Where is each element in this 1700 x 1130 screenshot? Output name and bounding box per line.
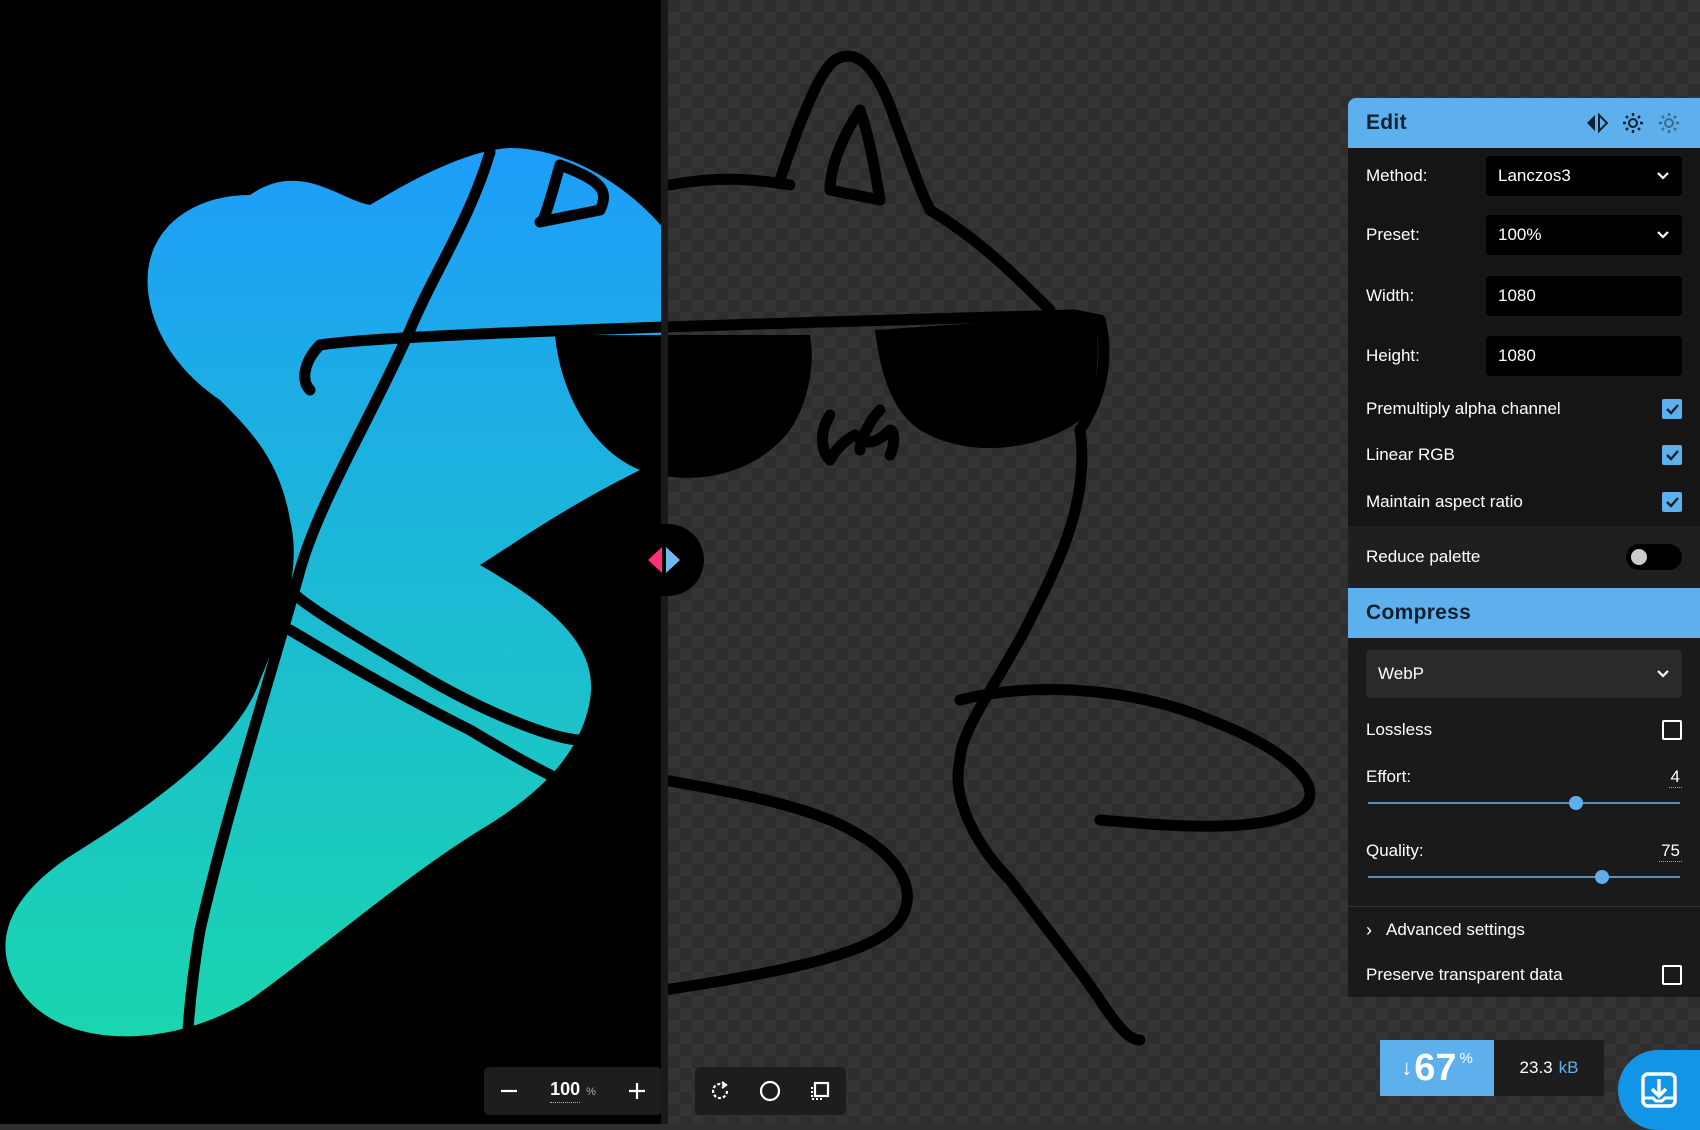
reduce-palette-toggle[interactable]	[1626, 544, 1682, 570]
preset-select[interactable]: 100%	[1486, 215, 1682, 255]
circle-icon	[759, 1080, 781, 1102]
colored-blob	[5, 148, 664, 1037]
slide-left-arrow-icon	[648, 547, 662, 573]
preset-value: 100%	[1498, 225, 1542, 244]
rotate-icon	[711, 1081, 729, 1100]
effort-label: Effort:	[1366, 767, 1412, 786]
effort-control: Effort: 4	[1348, 762, 1700, 814]
size-value: 23.3	[1519, 1058, 1553, 1077]
height-row: Height: 1080	[1348, 326, 1700, 386]
quality-control: Quality: 75	[1348, 836, 1700, 888]
width-label: Width:	[1366, 286, 1415, 305]
toggle-knob	[1631, 549, 1647, 565]
quality-slider[interactable]	[1368, 866, 1680, 888]
height-input[interactable]: 1080	[1486, 336, 1682, 376]
zoom-level[interactable]: 100 %	[534, 1079, 612, 1103]
quality-slider-thumb[interactable]	[1595, 870, 1609, 884]
effort-value[interactable]: 4	[1668, 767, 1682, 788]
premultiply-label: Premultiply alpha channel	[1366, 399, 1561, 418]
preserve-transparent-label: Preserve transparent data	[1366, 965, 1563, 984]
export-settings-button[interactable]	[1656, 110, 1682, 136]
savings-value: 67	[1414, 1046, 1457, 1089]
size-unit: kB	[1558, 1058, 1579, 1077]
compress-title: Compress	[1366, 601, 1472, 624]
format-select[interactable]: WebP	[1366, 650, 1682, 698]
aspect-ratio-label: Maintain aspect ratio	[1366, 492, 1523, 511]
preserve-transparent-checkbox[interactable]	[1662, 965, 1682, 985]
compare-arrows-icon	[1587, 112, 1609, 134]
settings-import-icon	[1623, 113, 1643, 133]
download-icon	[1641, 1072, 1677, 1108]
chevron-down-icon	[1657, 231, 1669, 239]
effort-slider-thumb[interactable]	[1569, 796, 1583, 810]
rotate-button[interactable]	[695, 1067, 745, 1115]
premultiply-row[interactable]: Premultiply alpha channel	[1348, 386, 1700, 432]
savings-unit: %	[1459, 1050, 1473, 1067]
reduce-palette-row[interactable]: Reduce palette	[1348, 526, 1700, 588]
effort-slider[interactable]	[1368, 792, 1680, 814]
linear-rgb-checkbox[interactable]	[1662, 445, 1682, 465]
lossless-row[interactable]: Lossless	[1348, 698, 1700, 762]
format-value: WebP	[1378, 664, 1424, 683]
aspect-ratio-row[interactable]: Maintain aspect ratio	[1348, 478, 1700, 526]
width-row: Width: 1080	[1348, 266, 1700, 326]
check-icon	[1666, 404, 1679, 415]
advanced-settings-toggle[interactable]: › Advanced settings	[1348, 907, 1700, 953]
zoom-unit: %	[586, 1086, 596, 1098]
background-toggle-button[interactable]	[745, 1067, 795, 1115]
copy-settings-button[interactable]	[1584, 110, 1610, 136]
options-panel: Edit Method: Lanczos3 Preset: 100% Width…	[1348, 98, 1700, 997]
height-label: Height:	[1366, 346, 1420, 365]
method-label: Method:	[1366, 166, 1428, 185]
edit-section-header: Edit	[1348, 98, 1700, 148]
slide-right-arrow-icon	[666, 547, 680, 573]
reduce-palette-label: Reduce palette	[1366, 547, 1481, 566]
compress-section-header: Compress	[1348, 588, 1700, 638]
zoom-in-button[interactable]	[612, 1067, 662, 1115]
width-input[interactable]: 1080	[1486, 276, 1682, 316]
savings-badge: ↓ 67 %	[1380, 1040, 1510, 1096]
quality-label: Quality:	[1366, 841, 1424, 860]
method-select[interactable]: Lanczos3	[1486, 156, 1682, 196]
comparison-slider-handle[interactable]	[624, 524, 704, 596]
result-bar: ↓ 67 % 23.3 kB	[1380, 1040, 1700, 1130]
fit-view-button[interactable]	[795, 1067, 845, 1115]
zoom-number[interactable]: 100	[550, 1079, 581, 1103]
output-size: 23.3 kB	[1494, 1040, 1604, 1096]
preset-label: Preset:	[1366, 225, 1420, 244]
zoom-out-button[interactable]	[484, 1067, 534, 1115]
edit-section-body: Method: Lanczos3 Preset: 100% Width: 108…	[1348, 148, 1700, 588]
linear-rgb-label: Linear RGB	[1366, 445, 1455, 464]
lossless-label: Lossless	[1366, 720, 1433, 739]
preserve-transparent-row[interactable]: Preserve transparent data	[1348, 953, 1700, 997]
arrow-down-icon: ↓	[1401, 1055, 1413, 1080]
quality-value[interactable]: 75	[1659, 841, 1682, 862]
compress-section-body: WebP Lossless Effort: 4 Quality: 75 › Ad…	[1348, 638, 1700, 997]
method-value: Lanczos3	[1498, 166, 1571, 185]
crop-icon	[811, 1081, 830, 1100]
plus-icon	[629, 1083, 645, 1099]
minus-icon	[501, 1089, 517, 1093]
premultiply-checkbox[interactable]	[1662, 399, 1682, 419]
linear-rgb-row[interactable]: Linear RGB	[1348, 432, 1700, 478]
chevron-right-icon: ›	[1366, 919, 1372, 940]
chevron-down-icon	[1657, 670, 1669, 678]
view-toolbar	[695, 1067, 846, 1115]
edit-title: Edit	[1366, 111, 1407, 134]
import-settings-button[interactable]	[1620, 110, 1646, 136]
method-row: Method: Lanczos3	[1348, 148, 1700, 204]
aspect-ratio-checkbox[interactable]	[1662, 492, 1682, 512]
settings-export-icon	[1659, 113, 1679, 133]
preset-row: Preset: 100%	[1348, 204, 1700, 266]
zoom-toolbar: 100 %	[484, 1067, 662, 1115]
check-icon	[1666, 450, 1679, 461]
check-icon	[1666, 497, 1679, 508]
lossless-checkbox[interactable]	[1662, 720, 1682, 740]
chevron-down-icon	[1657, 172, 1669, 180]
advanced-settings-label: Advanced settings	[1386, 920, 1525, 939]
download-button[interactable]	[1618, 1050, 1700, 1130]
